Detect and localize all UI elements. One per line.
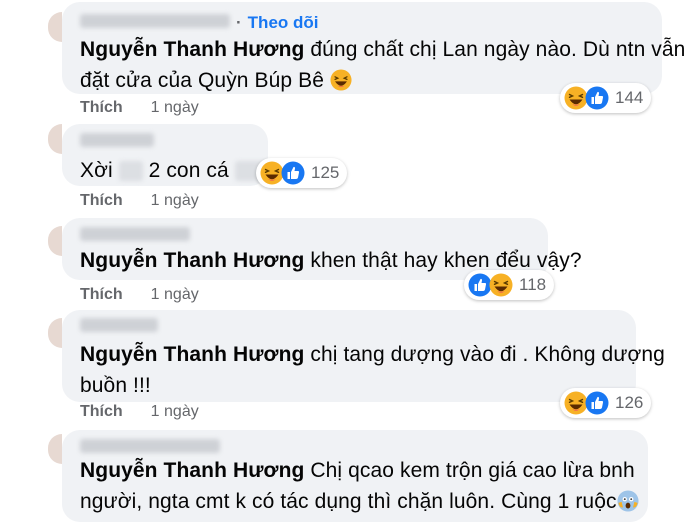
like-icon <box>585 391 609 415</box>
reaction-count: 125 <box>311 163 340 182</box>
like-action[interactable]: Thích <box>80 286 123 303</box>
comment-text: Nguyễn Thanh Hương Chị qcao kem trộn giá… <box>80 455 639 517</box>
avatar[interactable] <box>48 12 62 42</box>
timestamp[interactable]: 1 ngày <box>151 403 199 420</box>
reaction-summary[interactable]: 144 <box>560 83 652 113</box>
avatar[interactable] <box>48 226 62 256</box>
comment-meta: Thích 1 ngày <box>80 99 199 117</box>
avatar[interactable] <box>48 124 62 154</box>
comment-meta: Thích 1 ngày <box>80 403 199 421</box>
reaction-summary[interactable]: 118 <box>464 270 555 300</box>
avatar[interactable] <box>48 434 62 464</box>
comment-meta: Thích 1 ngày <box>80 192 199 210</box>
mention-name[interactable]: Nguyễn Thanh Hương <box>80 38 304 61</box>
reaction-count: 126 <box>615 393 644 412</box>
follow-label[interactable]: Theo dõi <box>248 13 319 32</box>
reaction-count: 144 <box>615 88 644 107</box>
comment-text-line2: buồn !!! <box>80 374 151 397</box>
comment-meta: Thích 1 ngày <box>80 286 199 304</box>
comment-text-line1: chị tang dượng vào đi . Không dượng <box>304 343 665 366</box>
comment-text-mid: 2 con cá <box>142 159 229 182</box>
blurred-author-name <box>80 133 154 147</box>
comment-text-line2: đặt cửa của Quỳn Búp Bê <box>80 69 330 92</box>
blurred-author-name <box>80 439 220 453</box>
reaction-summary[interactable]: 126 <box>560 388 652 418</box>
like-action[interactable]: Thích <box>80 192 123 209</box>
mention-name[interactable]: Nguyễn Thanh Hương <box>80 343 304 366</box>
haha-icon <box>489 273 513 297</box>
follow-link[interactable]: · Theo dõi <box>236 13 319 33</box>
scream-emoji-icon <box>617 490 639 512</box>
comment-text-line1: Chị qcao kem trộn giá cao lừa bnh <box>304 459 635 482</box>
blurred-author-name <box>80 318 158 332</box>
separator-dot: · <box>236 13 242 32</box>
like-icon <box>585 86 609 110</box>
timestamp[interactable]: 1 ngày <box>151 286 199 303</box>
reaction-count: 118 <box>519 275 547 294</box>
comment-text: Xời 2 con cá <box>80 155 267 186</box>
laughing-emoji-icon <box>330 69 352 91</box>
comment-text-line2: người, ngta cmt k có tác dụng thì chặn l… <box>80 490 617 513</box>
timestamp[interactable]: 1 ngày <box>151 99 199 116</box>
blurred-text <box>118 161 143 182</box>
avatar[interactable] <box>48 318 62 348</box>
timestamp[interactable]: 1 ngày <box>151 192 199 209</box>
mention-name[interactable]: Nguyễn Thanh Hương <box>80 459 304 482</box>
comment-text-line1: đúng chất chị Lan ngày nào. Dù ntn vẫn <box>304 38 686 61</box>
blurred-author-name <box>80 227 190 241</box>
comment-text-start: Xời <box>80 159 113 182</box>
comment-text-line1: khen thật hay khen đểu vậy? <box>304 249 582 272</box>
reaction-summary[interactable]: 125 <box>256 158 348 188</box>
avatar-column <box>0 0 62 517</box>
like-action[interactable]: Thích <box>80 403 123 420</box>
blurred-author-name <box>80 14 230 28</box>
mention-name[interactable]: Nguyễn Thanh Hương <box>80 249 304 272</box>
like-action[interactable]: Thích <box>80 99 123 116</box>
like-icon <box>281 161 305 185</box>
